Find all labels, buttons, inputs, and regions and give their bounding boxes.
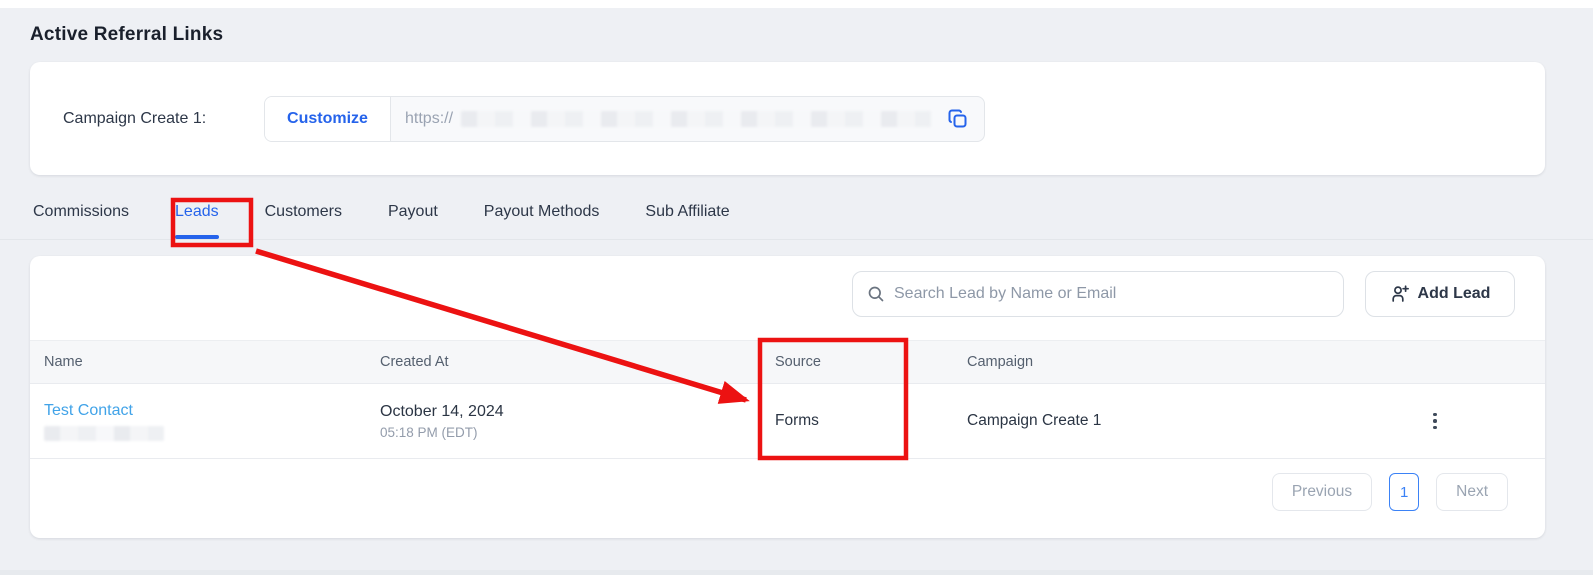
redacted-email bbox=[44, 426, 164, 441]
top-strip bbox=[0, 0, 1593, 8]
search-box bbox=[852, 271, 1344, 317]
campaign-name-label: Campaign Create 1: bbox=[63, 62, 206, 175]
table-header-row: Name Created At Source Campaign bbox=[30, 341, 1545, 384]
tabs-divider bbox=[0, 239, 1593, 240]
leads-panel: Add Lead Name Created At Source Campaign… bbox=[30, 256, 1545, 538]
referral-url-field[interactable]: https:// bbox=[391, 97, 984, 141]
search-lead-input[interactable] bbox=[894, 285, 1329, 303]
add-lead-label: Add Lead bbox=[1418, 285, 1491, 303]
referral-link-group: Customize https:// bbox=[264, 96, 985, 142]
tab-commissions[interactable]: Commissions bbox=[33, 195, 129, 239]
header-actions bbox=[1353, 341, 1545, 384]
add-lead-button[interactable]: Add Lead bbox=[1365, 271, 1515, 317]
page-number-button[interactable]: 1 bbox=[1389, 473, 1419, 511]
referral-link-card: Campaign Create 1: Customize https:// bbox=[30, 62, 1545, 175]
pagination: Previous 1 Next bbox=[1272, 473, 1508, 511]
search-icon bbox=[867, 285, 885, 303]
bottom-strip bbox=[0, 570, 1593, 575]
header-campaign: Campaign bbox=[953, 341, 1353, 384]
lead-name-link[interactable]: Test Contact bbox=[44, 402, 133, 420]
created-date: October 14, 2024 bbox=[380, 403, 761, 421]
cell-source: Forms bbox=[761, 384, 953, 459]
cell-name: Test Contact bbox=[30, 384, 366, 459]
leads-table: Name Created At Source Campaign Test Con… bbox=[30, 340, 1545, 459]
cell-created-at: October 14, 2024 05:18 PM (EDT) bbox=[366, 384, 761, 459]
tab-sub-affiliate[interactable]: Sub Affiliate bbox=[645, 195, 729, 239]
header-name: Name bbox=[30, 341, 366, 384]
redacted-url bbox=[461, 111, 931, 127]
tab-leads[interactable]: Leads bbox=[175, 195, 219, 239]
created-time: 05:18 PM (EDT) bbox=[380, 425, 761, 440]
next-page-button[interactable]: Next bbox=[1436, 473, 1508, 511]
tab-payout-methods[interactable]: Payout Methods bbox=[484, 195, 600, 239]
url-prefix: https:// bbox=[405, 110, 453, 128]
row-actions-button[interactable] bbox=[1427, 407, 1443, 436]
customize-button[interactable]: Customize bbox=[265, 97, 391, 141]
cell-campaign: Campaign Create 1 bbox=[953, 384, 1353, 459]
tab-payout[interactable]: Payout bbox=[388, 195, 438, 239]
tab-bar: Commissions Leads Customers Payout Payou… bbox=[33, 195, 730, 239]
leads-toolbar: Add Lead bbox=[30, 256, 1545, 340]
header-created-at: Created At bbox=[366, 341, 761, 384]
kebab-menu-icon bbox=[1433, 413, 1437, 417]
tab-customers[interactable]: Customers bbox=[265, 195, 342, 239]
previous-page-button[interactable]: Previous bbox=[1272, 473, 1372, 511]
copy-link-button[interactable] bbox=[946, 107, 970, 131]
cell-actions bbox=[1353, 384, 1545, 459]
table-row: Test Contact October 14, 2024 05:18 PM (… bbox=[30, 384, 1545, 459]
page-title: Active Referral Links bbox=[30, 24, 223, 46]
add-user-icon bbox=[1390, 284, 1410, 304]
copy-icon bbox=[946, 107, 970, 131]
header-source: Source bbox=[761, 341, 953, 384]
